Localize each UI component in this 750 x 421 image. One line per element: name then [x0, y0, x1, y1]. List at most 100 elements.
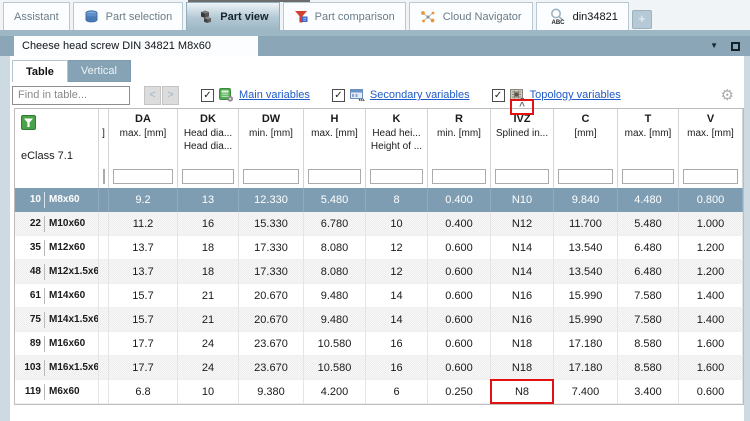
- column-filter-input[interactable]: [113, 169, 173, 184]
- column-header-R[interactable]: Rmin. [mm]: [428, 109, 491, 188]
- main-variables-link[interactable]: Main variables: [239, 89, 310, 101]
- column-header-K[interactable]: KHead hei...Height of ...: [366, 109, 428, 188]
- cell-M12x60-V[interactable]: 1.200: [679, 236, 743, 260]
- cell-M6x60-DW[interactable]: 9.380: [239, 380, 304, 404]
- cell-M16x60-DA[interactable]: 17.7: [109, 332, 178, 356]
- cell-M10x60-H[interactable]: 6.780: [304, 212, 366, 236]
- row-header-M8x60[interactable]: 10M8x60: [15, 188, 99, 212]
- cell-M10x60-K[interactable]: 10: [366, 212, 428, 236]
- cell-M12x1.5x60-V[interactable]: 1.200: [679, 260, 743, 284]
- panel-maximize-icon[interactable]: [731, 42, 740, 51]
- cell-M14x1.5x60-DW[interactable]: 20.670: [239, 308, 304, 332]
- column-filter-input[interactable]: [683, 169, 738, 184]
- cell-M8x60-V[interactable]: 0.800: [679, 188, 743, 212]
- cell-M8x60-DA[interactable]: 9.2: [109, 188, 178, 212]
- cell-M10x60-T[interactable]: 5.480: [618, 212, 679, 236]
- cell-M12x1.5x60-K[interactable]: 12: [366, 260, 428, 284]
- cell-M10x60-IVZ[interactable]: N12: [491, 212, 554, 236]
- cell-M6x60-T[interactable]: 3.400: [618, 380, 679, 404]
- cell-M14x60-IVZ[interactable]: N16: [491, 284, 554, 308]
- cell-M10x60-C[interactable]: 11.700: [554, 212, 618, 236]
- cell-M14x60-K[interactable]: 14: [366, 284, 428, 308]
- topology-variables-checkbox[interactable]: ✓: [492, 89, 505, 102]
- cell-M8x60-H[interactable]: 5.480: [304, 188, 366, 212]
- column-header-T[interactable]: Tmax. [mm]: [618, 109, 679, 188]
- cell-M14x60-DA[interactable]: 15.7: [109, 284, 178, 308]
- tab-cloud-navigator[interactable]: Cloud Navigator: [409, 2, 533, 30]
- cell-M12x1.5x60-H[interactable]: 8.080: [304, 260, 366, 284]
- new-tab-button[interactable]: +: [632, 10, 652, 29]
- row-header-M12x60[interactable]: 35M12x60: [15, 236, 99, 260]
- cell-M6x60-R[interactable]: 0.250: [428, 380, 491, 404]
- column-filter-input[interactable]: [495, 169, 549, 184]
- cell-M6x60-IVZ[interactable]: N8: [491, 380, 554, 404]
- cell-M14x1.5x60-C[interactable]: 15.990: [554, 308, 618, 332]
- cell-M12x1.5x60-IVZ[interactable]: N14: [491, 260, 554, 284]
- cell-M14x1.5x60-R[interactable]: 0.600: [428, 308, 491, 332]
- cell-M16x60-H[interactable]: 10.580: [304, 332, 366, 356]
- cell-M12x60-DK[interactable]: 18: [178, 236, 239, 260]
- panel-collapse-icon[interactable]: ▼: [710, 42, 718, 50]
- cell-M14x60-DW[interactable]: 20.670: [239, 284, 304, 308]
- cell-M6x60-H[interactable]: 4.200: [304, 380, 366, 404]
- cell-M8x60-R[interactable]: 0.400: [428, 188, 491, 212]
- secondary-variables-checkbox[interactable]: ✓: [332, 89, 345, 102]
- cell-M12x60-DA[interactable]: 13.7: [109, 236, 178, 260]
- cell-M10x60-V[interactable]: 1.000: [679, 212, 743, 236]
- cell-M14x1.5x60-V[interactable]: 1.400: [679, 308, 743, 332]
- cell-M16x60-DK[interactable]: 24: [178, 332, 239, 356]
- column-filter-input[interactable]: [432, 169, 486, 184]
- cell-M12x60-R[interactable]: 0.600: [428, 236, 491, 260]
- cell-M16x1.5x60-DA[interactable]: 17.7: [109, 356, 178, 380]
- row-header-M16x60[interactable]: 89M16x60: [15, 332, 99, 356]
- cell-M12x1.5x60-R[interactable]: 0.600: [428, 260, 491, 284]
- search-query-text[interactable]: din34821: [573, 11, 618, 23]
- column-filter-input[interactable]: [103, 169, 105, 184]
- cell-M16x1.5x60-T[interactable]: 8.580: [618, 356, 679, 380]
- cell-M6x60-DK[interactable]: 10: [178, 380, 239, 404]
- cell-M14x1.5x60-T[interactable]: 7.580: [618, 308, 679, 332]
- tab-assistant[interactable]: Assistant: [3, 2, 70, 30]
- cell-M6x60-DA[interactable]: 6.8: [109, 380, 178, 404]
- row-header-M10x60[interactable]: 22M10x60: [15, 212, 99, 236]
- cell-M6x60-K[interactable]: 6: [366, 380, 428, 404]
- cell-M8x60-DK[interactable]: 13: [178, 188, 239, 212]
- column-filter-input[interactable]: [243, 169, 299, 184]
- column-header-truncated[interactable]: ]: [99, 109, 109, 188]
- cell-M12x1.5x60-DK[interactable]: 18: [178, 260, 239, 284]
- row-header-M16x1.5x60[interactable]: 103M16x1.5x60: [15, 356, 99, 380]
- row-header-M12x1.5x60[interactable]: 48M12x1.5x60: [15, 260, 99, 284]
- column-filter-input[interactable]: [182, 169, 234, 184]
- cell-M8x60-K[interactable]: 8: [366, 188, 428, 212]
- cell-M12x60-K[interactable]: 12: [366, 236, 428, 260]
- cell-M12x1.5x60-C[interactable]: 13.540: [554, 260, 618, 284]
- topology-variables-link[interactable]: Topology variables: [530, 89, 621, 101]
- column-header-DW[interactable]: DWmin. [mm]: [239, 109, 304, 188]
- cell-M16x1.5x60-V[interactable]: 1.600: [679, 356, 743, 380]
- column-header-H[interactable]: Hmax. [mm]: [304, 109, 366, 188]
- cell-M12x60-IVZ[interactable]: N14: [491, 236, 554, 260]
- cell-M14x1.5x60-DK[interactable]: 21: [178, 308, 239, 332]
- cell-M12x60-H[interactable]: 8.080: [304, 236, 366, 260]
- find-in-table-input[interactable]: [12, 86, 130, 105]
- column-header-C[interactable]: C[mm]: [554, 109, 618, 188]
- cell-M10x60-R[interactable]: 0.400: [428, 212, 491, 236]
- collapse-column-button[interactable]: ^: [510, 99, 534, 115]
- cell-M12x1.5x60-T[interactable]: 6.480: [618, 260, 679, 284]
- tab-part-comparison[interactable]: Part comparison: [283, 2, 406, 30]
- table-settings-gear-icon[interactable]: ⚙: [721, 86, 734, 104]
- cell-M8x60-T[interactable]: 4.480: [618, 188, 679, 212]
- cell-M14x60-C[interactable]: 15.990: [554, 284, 618, 308]
- cell-M16x1.5x60-IVZ[interactable]: N18: [491, 356, 554, 380]
- column-filter-input[interactable]: [558, 169, 613, 184]
- cell-M16x1.5x60-R[interactable]: 0.600: [428, 356, 491, 380]
- column-filter-input[interactable]: [622, 169, 674, 184]
- cell-M10x60-DA[interactable]: 11.2: [109, 212, 178, 236]
- secondary-variables-link[interactable]: Secondary variables: [370, 89, 470, 101]
- column-header-IVZ[interactable]: IVZSplined in...^: [491, 109, 554, 188]
- cell-M8x60-DW[interactable]: 12.330: [239, 188, 304, 212]
- cell-M6x60-V[interactable]: 0.600: [679, 380, 743, 404]
- tab-table[interactable]: Table: [12, 60, 68, 82]
- cell-M12x60-T[interactable]: 6.480: [618, 236, 679, 260]
- row-header-M14x1.5x60[interactable]: 75M14x1.5x60: [15, 308, 99, 332]
